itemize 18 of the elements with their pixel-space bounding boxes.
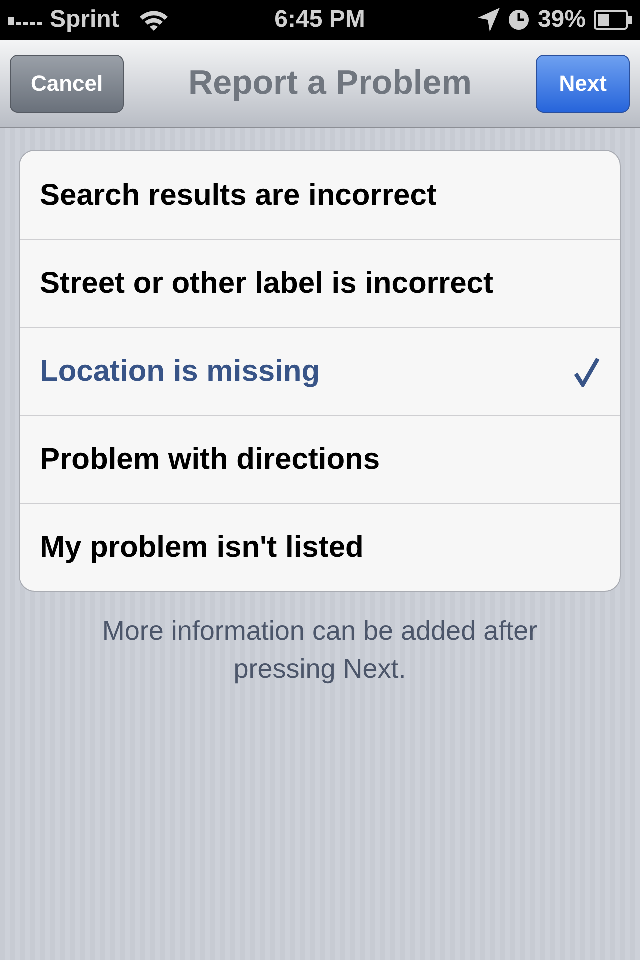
next-button[interactable]: Next bbox=[536, 54, 630, 112]
clock-icon bbox=[508, 9, 530, 31]
footer-note: More information can be added after pressing Next. bbox=[101, 615, 539, 686]
location-arrow-icon bbox=[478, 8, 500, 32]
checkmark-icon bbox=[574, 356, 600, 386]
option-row[interactable]: Street or other label is incorrect bbox=[20, 239, 620, 327]
cancel-button[interactable]: Cancel bbox=[10, 54, 124, 112]
option-row[interactable]: Problem with directions bbox=[20, 415, 620, 503]
wifi-icon bbox=[139, 9, 170, 31]
window-title: Report a Problem bbox=[188, 63, 472, 104]
status-time: 6:45 PM bbox=[274, 5, 366, 35]
option-row[interactable]: Location is missing bbox=[20, 327, 620, 415]
option-row[interactable]: Search results are incorrect bbox=[20, 151, 620, 239]
carrier-name: Sprint bbox=[50, 5, 120, 35]
battery-percent: 39% bbox=[538, 5, 586, 35]
battery-icon bbox=[594, 10, 632, 30]
signal-icon bbox=[8, 15, 42, 25]
option-row[interactable]: My problem isn't listed bbox=[20, 503, 620, 591]
